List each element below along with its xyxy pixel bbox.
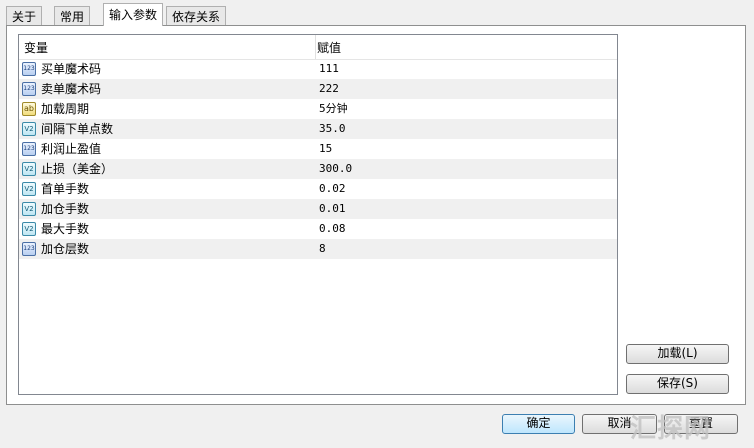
parameter-value[interactable]: 15 [319, 139, 332, 159]
reset-button[interactable]: 重置 [664, 414, 738, 434]
cancel-button[interactable]: 取消 [582, 414, 657, 434]
parameter-name: 加仓手数 [41, 202, 90, 216]
tab-inputs[interactable]: 输入参数 [103, 3, 164, 26]
table-row[interactable]: 123 加仓层数 8 [19, 239, 617, 259]
table-row[interactable]: 123 利润止盈值 15 [19, 139, 617, 159]
column-separator[interactable] [315, 35, 316, 59]
type-int-icon: 123 [22, 62, 36, 76]
parameter-value[interactable]: 0.01 [319, 199, 346, 219]
type-enum-icon: ab [22, 102, 36, 116]
parameter-name: 止损（美金） [41, 162, 114, 176]
column-header-variable[interactable]: 变量 [24, 35, 48, 61]
type-int-icon: 123 [22, 82, 36, 96]
parameter-name: 最大手数 [41, 222, 90, 236]
tab-common[interactable]: 常用 [54, 6, 91, 25]
type-double-icon: V2 [22, 162, 36, 176]
parameter-name: 加载周期 [41, 102, 90, 116]
parameters-table: 变量 赋值 123 买单魔术码 111 123 卖单魔术码 222 ab 加载周期 5分钟 V2… [18, 34, 618, 395]
table-row[interactable]: V2 最大手数 0.08 [19, 219, 617, 239]
type-double-icon: V2 [22, 222, 36, 236]
table-header: 变量 赋值 [19, 35, 617, 60]
type-double-icon: V2 [22, 202, 36, 216]
ok-button[interactable]: 确定 [502, 414, 575, 434]
table-row[interactable]: V2 加仓手数 0.01 [19, 199, 617, 219]
tab-bar: 关于 常用 输入参数 依存关系 [0, 0, 754, 26]
parameter-value[interactable]: 222 [319, 79, 339, 99]
tab-dependencies[interactable]: 依存关系 [166, 6, 227, 25]
parameter-name: 利润止盈值 [41, 142, 102, 156]
table-row[interactable]: 123 卖单魔术码 222 [19, 79, 617, 99]
type-double-icon: V2 [22, 122, 36, 136]
parameter-value[interactable]: 111 [319, 59, 339, 79]
save-button[interactable]: 保存(S) [626, 374, 729, 394]
table-row[interactable]: V2 止损（美金） 300.0 [19, 159, 617, 179]
parameter-value[interactable]: 300.0 [319, 159, 352, 179]
parameter-name: 买单魔术码 [41, 62, 102, 76]
parameter-name: 加仓层数 [41, 242, 90, 256]
type-int-icon: 123 [22, 242, 36, 256]
parameter-name: 首单手数 [41, 182, 90, 196]
table-row[interactable]: ab 加载周期 5分钟 [19, 99, 617, 119]
table-row[interactable]: V2 首单手数 0.02 [19, 179, 617, 199]
parameter-value[interactable]: 0.02 [319, 179, 346, 199]
parameter-value[interactable]: 35.0 [319, 119, 346, 139]
type-double-icon: V2 [22, 182, 36, 196]
table-row[interactable]: 123 买单魔术码 111 [19, 59, 617, 79]
parameter-name: 间隔下单点数 [41, 122, 114, 136]
column-header-value[interactable]: 赋值 [317, 35, 341, 61]
parameter-value[interactable]: 0.08 [319, 219, 346, 239]
parameter-name: 卖单魔术码 [41, 82, 102, 96]
parameter-value[interactable]: 8 [319, 239, 326, 259]
parameter-value[interactable]: 5分钟 [319, 99, 348, 119]
type-int-icon: 123 [22, 142, 36, 156]
table-row[interactable]: V2 间隔下单点数 35.0 [19, 119, 617, 139]
load-button[interactable]: 加载(L) [626, 344, 729, 364]
tab-about[interactable]: 关于 [6, 6, 43, 25]
